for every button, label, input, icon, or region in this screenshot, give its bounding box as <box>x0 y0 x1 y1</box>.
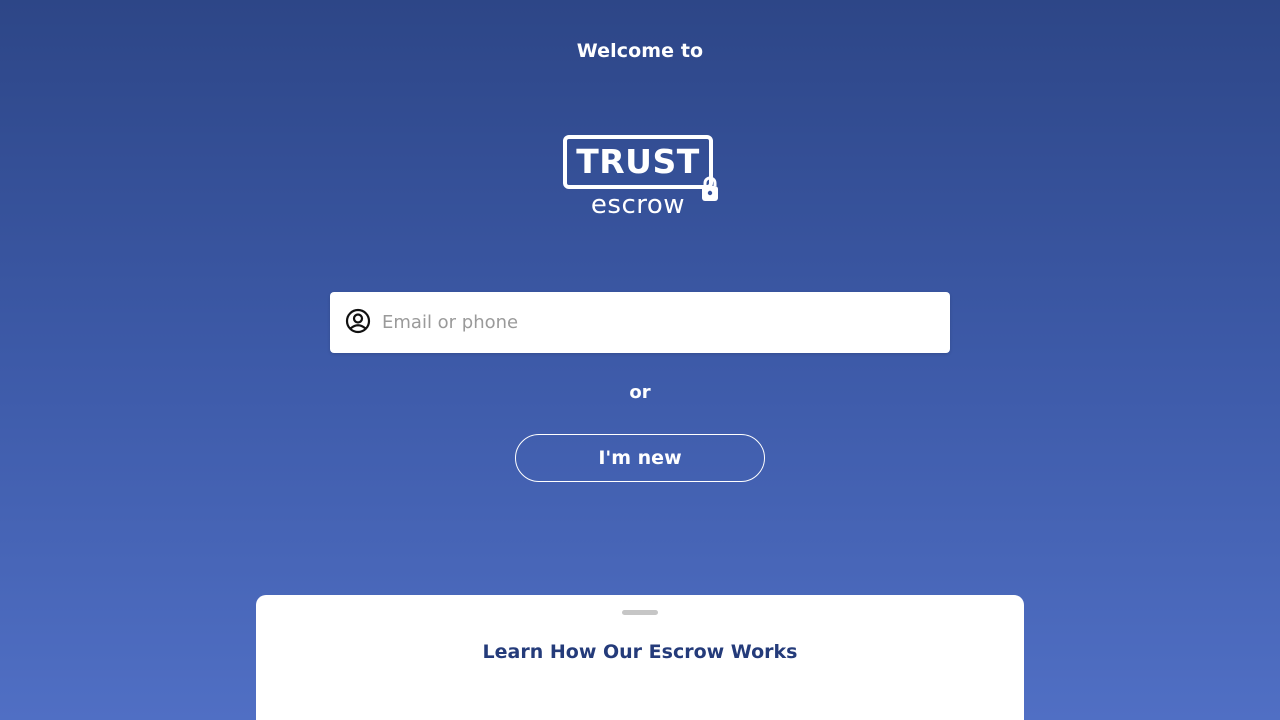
logo-sub-text: escrow <box>590 190 686 220</box>
trust-escrow-logo: TRUST escrow <box>562 134 722 224</box>
sheet-title: Learn How Our Escrow Works <box>482 641 798 663</box>
email-field-container[interactable] <box>330 292 950 353</box>
bottom-sheet[interactable]: Learn How Our Escrow Works <box>256 595 1024 720</box>
welcome-heading: Welcome to <box>576 40 704 62</box>
email-or-phone-input[interactable] <box>382 292 938 353</box>
or-divider: or <box>629 382 651 403</box>
sheet-drag-handle[interactable] <box>622 610 658 615</box>
logo-brand-text: TRUST <box>576 142 700 181</box>
im-new-button[interactable]: I'm new <box>515 434 765 482</box>
user-circle-icon <box>345 308 371 334</box>
